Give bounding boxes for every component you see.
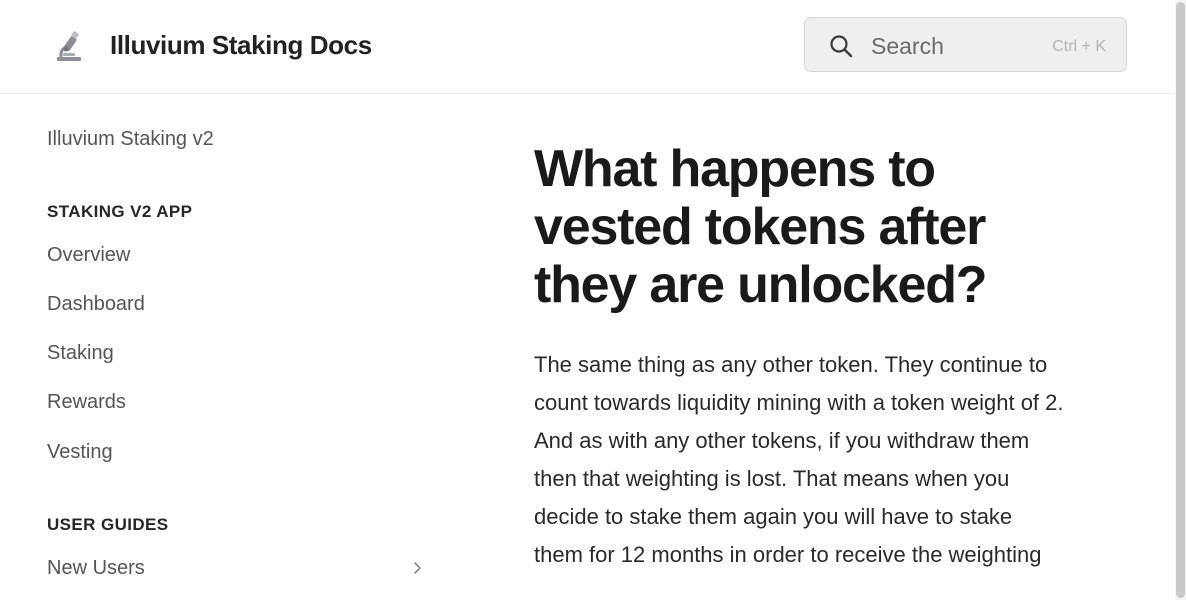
microscope-icon[interactable] xyxy=(52,30,86,64)
search-icon xyxy=(830,35,853,58)
sidebar-item-vesting[interactable]: Vesting xyxy=(47,441,113,464)
top-header: Illuvium Staking Docs Search Ctrl + K xyxy=(0,0,1175,94)
sidebar-item-new-users[interactable]: New Users xyxy=(47,557,145,580)
sidebar-nav: Illuvium Staking v2 STAKING V2 APP Overv… xyxy=(0,94,470,600)
search-box[interactable]: Search Ctrl + K xyxy=(804,17,1127,72)
page-title: What happens to vested tokens after they… xyxy=(534,140,988,314)
sidebar-item-overview[interactable]: Overview xyxy=(47,244,130,267)
sidebar-section-heading: STAKING V2 APP xyxy=(47,202,193,221)
search-shortcut-hint: Ctrl + K xyxy=(1052,38,1106,55)
sidebar-item-illuvium-staking-v2[interactable]: Illuvium Staking v2 xyxy=(47,128,214,151)
page-scrollbar-thumb[interactable] xyxy=(1176,2,1185,598)
site-title[interactable]: Illuvium Staking Docs xyxy=(110,30,372,61)
sidebar-item-rewards[interactable]: Rewards xyxy=(47,391,126,414)
sidebar-section-heading: USER GUIDES xyxy=(47,515,169,534)
chevron-right-icon[interactable] xyxy=(410,561,424,575)
body-paragraph: The same thing as any other token. They … xyxy=(534,352,1064,567)
sidebar-item-dashboard[interactable]: Dashboard xyxy=(47,293,145,316)
sidebar-item-staking[interactable]: Staking xyxy=(47,342,114,365)
search-placeholder: Search xyxy=(871,33,944,59)
